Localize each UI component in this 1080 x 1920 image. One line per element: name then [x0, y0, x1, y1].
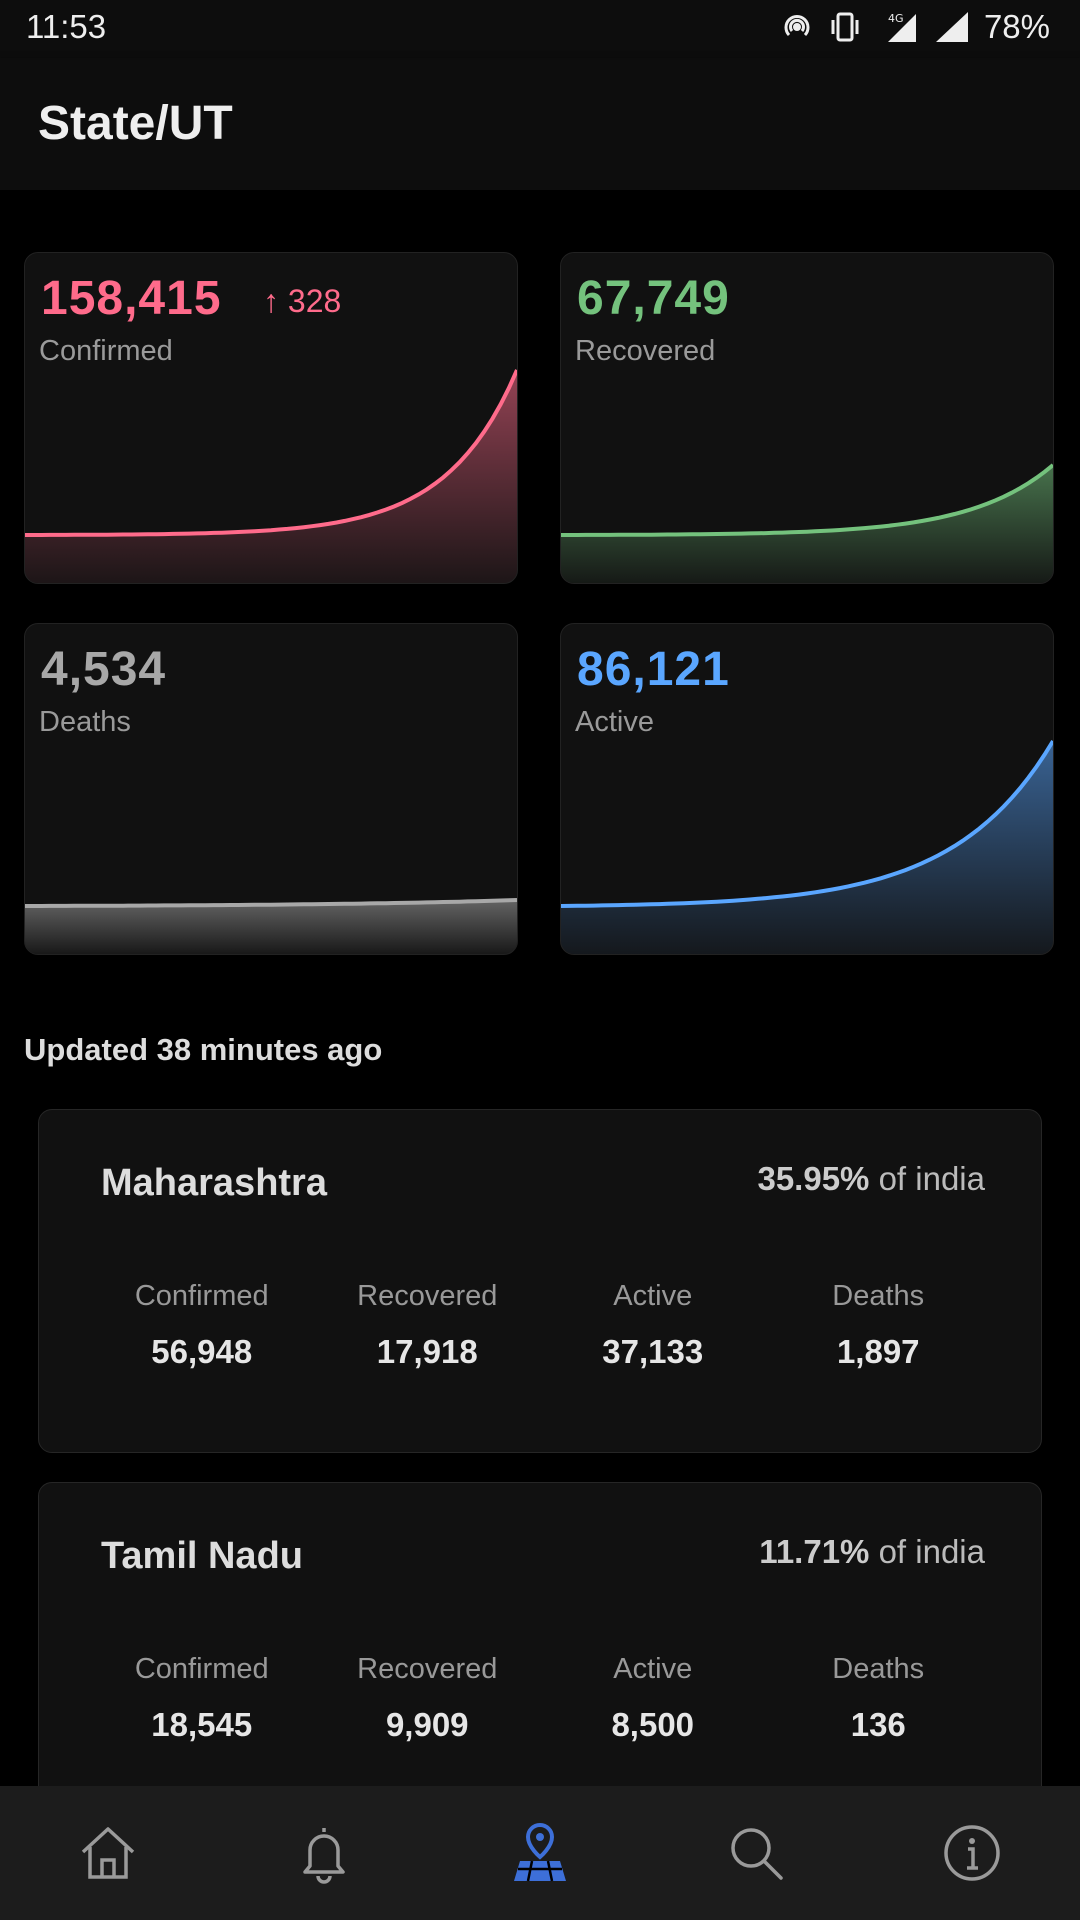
state-stats: Confirmed 56,948 Recovered 17,918 Active… — [39, 1280, 1041, 1371]
state-stat-deaths: Deaths 136 — [766, 1653, 992, 1744]
deaths-label: Deaths — [39, 706, 131, 738]
confirmed-delta: ↑ 328 — [263, 283, 342, 319]
svg-text:4G: 4G — [888, 12, 904, 25]
bell-icon — [303, 1828, 345, 1884]
stat-label: Confirmed — [134, 1653, 269, 1685]
nav-about[interactable] — [932, 1813, 1012, 1893]
recovered-label: Recovered — [575, 335, 716, 367]
state-stats: Confirmed 18,545 Recovered 9,909 Active … — [39, 1653, 1041, 1744]
battery-level: 78% — [983, 8, 1050, 45]
page-title: State/UT — [38, 97, 233, 150]
updated-text: Updated 38 minutes ago — [24, 1032, 383, 1067]
state-share: 35.95% of india — [757, 1160, 985, 1198]
trend-area — [561, 465, 1053, 583]
map-pin-icon — [514, 1822, 566, 1882]
status-bar: 11:53 4G 78% — [0, 0, 1080, 58]
state-name: Maharashtra — [101, 1162, 327, 1204]
stat-label: Deaths — [832, 1280, 925, 1312]
stat-label: Active — [613, 1280, 693, 1312]
state-share-suffix: of india — [878, 1160, 985, 1197]
stat-value: 9,909 — [385, 1706, 469, 1743]
confirmed-card[interactable]: 158,415 ↑ 328 Confirmed — [24, 252, 518, 584]
state-stat-recovered: Recovered 17,918 — [315, 1280, 541, 1371]
deaths-value: 4,534 — [41, 643, 167, 696]
state-stat-confirmed: Confirmed 18,545 — [89, 1653, 315, 1744]
stat-value: 17,918 — [376, 1333, 478, 1370]
status-icons: 4G 78% — [780, 8, 1050, 46]
nav-home[interactable] — [68, 1813, 148, 1893]
stat-value: 56,948 — [151, 1333, 253, 1370]
stat-value: 8,500 — [611, 1706, 695, 1743]
state-share-value: 35.95% — [757, 1160, 870, 1197]
confirmed-label: Confirmed — [39, 335, 173, 367]
trend-area — [561, 741, 1053, 954]
state-stat-deaths: Deaths 1,897 — [766, 1280, 992, 1371]
app-bar: State/UT — [0, 58, 1080, 190]
trend-area — [25, 900, 517, 954]
state-stat-confirmed: Confirmed 56,948 — [89, 1280, 315, 1371]
state-card-maharashtra[interactable]: Maharashtra 35.95% of india Confirmed 56… — [38, 1109, 1042, 1453]
stat-value: 18,545 — [151, 1706, 253, 1743]
nav-states[interactable] — [500, 1813, 580, 1893]
state-name: Tamil Nadu — [101, 1535, 303, 1577]
bottom-nav — [0, 1786, 1080, 1920]
nav-search[interactable] — [716, 1813, 796, 1893]
stat-value: 1,897 — [836, 1333, 920, 1370]
deaths-card[interactable]: 4,534 Deaths — [24, 623, 518, 955]
status-time: 11:53 — [26, 8, 107, 45]
active-value: 86,121 — [577, 643, 730, 696]
state-stat-active: Active 8,500 — [540, 1653, 766, 1744]
state-card-tamil-nadu[interactable]: Tamil Nadu 11.71% of india Confirmed 18,… — [38, 1482, 1042, 1826]
stat-value: 37,133 — [602, 1333, 704, 1370]
active-label: Active — [575, 706, 654, 738]
stat-label: Recovered — [357, 1653, 498, 1685]
stat-label: Deaths — [832, 1653, 925, 1685]
state-share-suffix: of india — [878, 1533, 985, 1570]
hotspot-icon — [784, 15, 810, 37]
signal-4g-icon: 4G — [887, 12, 916, 42]
info-icon — [944, 1825, 1000, 1881]
stat-label: Confirmed — [134, 1280, 269, 1312]
search-icon — [731, 1828, 783, 1880]
signal-icon — [935, 12, 968, 42]
nav-notifications[interactable] — [284, 1813, 364, 1893]
confirmed-value: 158,415 — [41, 272, 222, 325]
stat-label: Recovered — [357, 1280, 498, 1312]
active-card[interactable]: 86,121 Active — [560, 623, 1054, 955]
stat-label: Active — [613, 1653, 693, 1685]
recovered-value: 67,749 — [577, 272, 730, 325]
state-stat-recovered: Recovered 9,909 — [315, 1653, 541, 1744]
state-share-value: 11.71% — [759, 1533, 870, 1570]
vibrate-icon — [831, 12, 859, 42]
stat-value: 136 — [850, 1706, 906, 1743]
state-share: 11.71% of india — [759, 1533, 985, 1571]
state-stat-active: Active 37,133 — [540, 1280, 766, 1371]
recovered-card[interactable]: 67,749 Recovered — [560, 252, 1054, 584]
home-icon — [81, 1827, 135, 1879]
